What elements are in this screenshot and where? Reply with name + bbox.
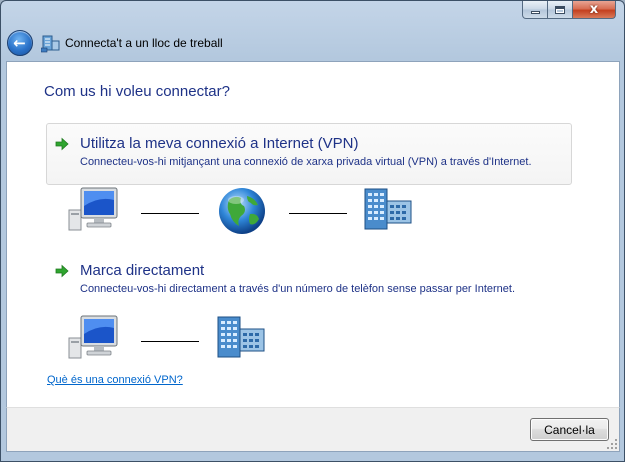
option-dial-description: Connecteu-vos-hi directament a través d'… [80, 283, 516, 295]
option-vpn-description: Connecteu-vos-hi mitjançant una connexió… [80, 156, 532, 168]
dial-diagram [7, 312, 621, 366]
green-arrow-icon [55, 264, 69, 278]
window-title: Connecta't a un lloc de treball [65, 36, 223, 50]
close-button[interactable]: x [573, 1, 616, 19]
option-vpn-title: Utilitza la meva connexió a Internet (VP… [80, 135, 359, 152]
caption-buttons: x [522, 1, 616, 19]
network-workplace-icon [41, 35, 60, 53]
computer-icon [68, 315, 118, 359]
back-arrow-icon: ← [13, 33, 26, 52]
globe-icon [219, 188, 265, 234]
vpn-help-link[interactable]: Què és una connexió VPN? [47, 374, 183, 386]
maximize-button[interactable] [548, 1, 573, 19]
cancel-button[interactable]: Cancel·la [530, 418, 609, 441]
wizard-footer: Cancel·la [6, 407, 620, 452]
wizard-window: x ← Connecta't a un lloc de treball Com … [0, 0, 625, 462]
option-vpn[interactable]: Utilitza la meva connexió a Internet (VP… [46, 123, 572, 185]
green-arrow-icon [55, 137, 69, 151]
computer-icon [68, 187, 118, 231]
workplace-building-icon [364, 188, 412, 230]
vpn-diagram [7, 184, 621, 238]
option-dial-directly[interactable]: Marca directament Connecteu-vos-hi direc… [46, 259, 572, 303]
minimize-icon [530, 11, 540, 14]
back-button[interactable]: ← [7, 30, 33, 56]
connection-line [141, 213, 199, 214]
minimize-button[interactable] [522, 1, 548, 19]
title-bar: ← Connecta't a un lloc de treball [7, 29, 223, 57]
connection-line [289, 213, 347, 214]
connection-line [141, 341, 199, 342]
resize-grip-icon[interactable] [606, 438, 618, 450]
maximize-icon [555, 5, 565, 14]
wizard-content: Com us hi voleu connectar? Utilitza la m… [6, 61, 620, 407]
option-dial-title: Marca directament [80, 262, 205, 279]
close-icon: x [589, 2, 599, 17]
page-heading: Com us hi voleu connectar? [44, 83, 230, 100]
workplace-building-icon [217, 316, 265, 358]
